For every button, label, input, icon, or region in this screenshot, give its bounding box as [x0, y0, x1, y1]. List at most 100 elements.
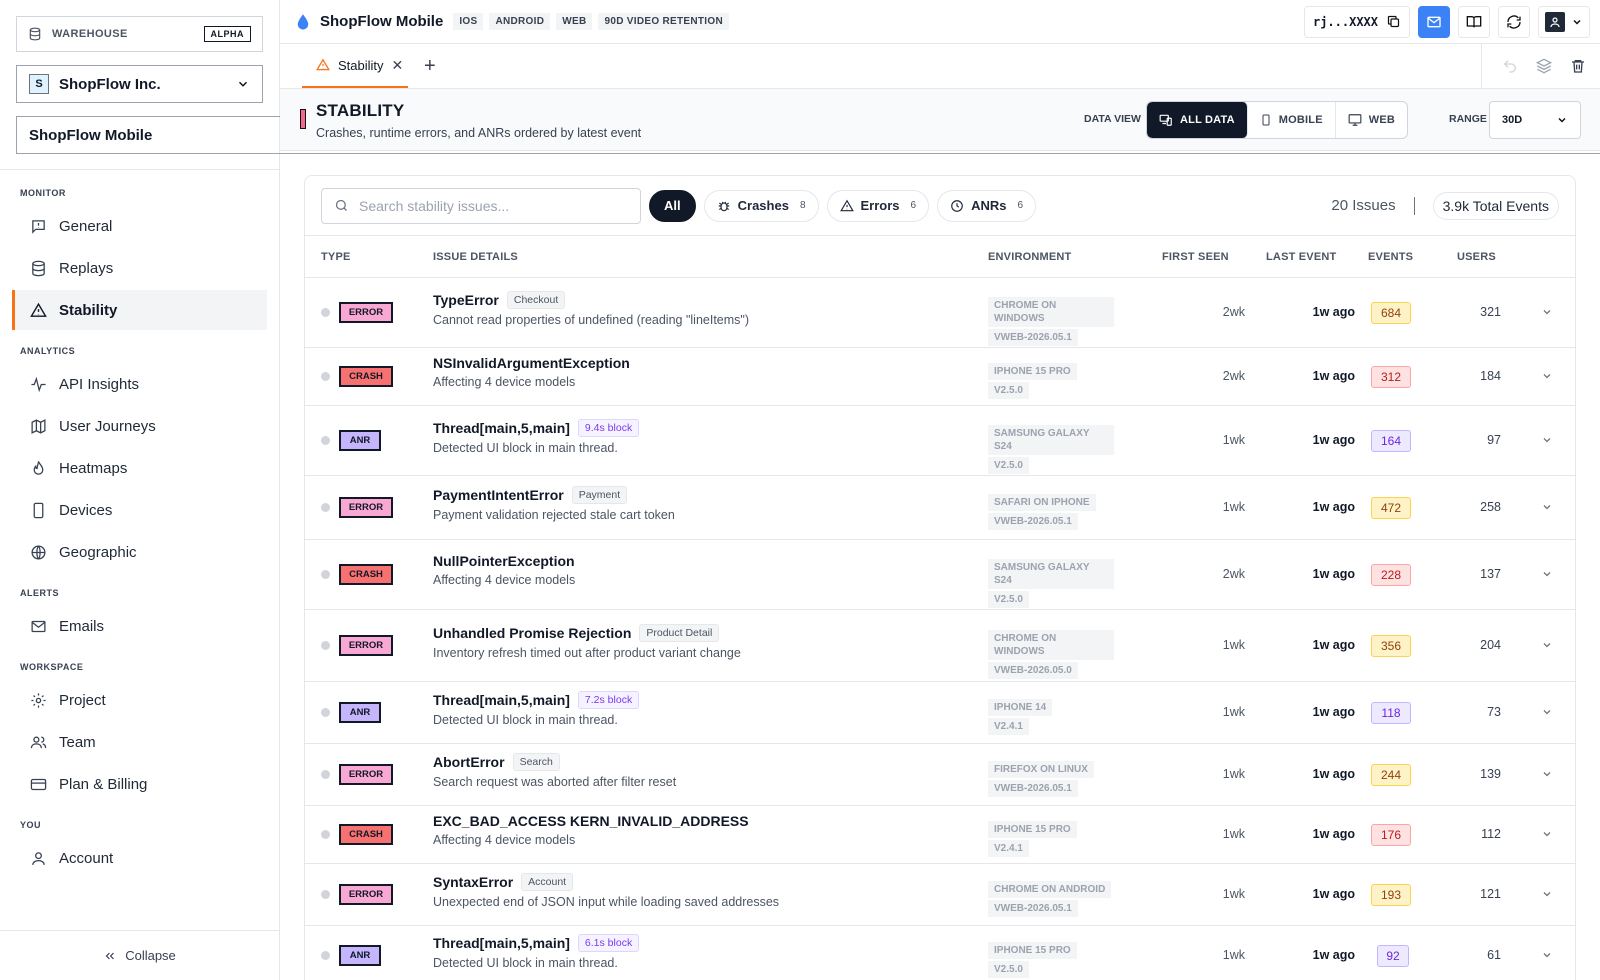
- chevron-down-icon[interactable]: [1541, 949, 1553, 961]
- chevron-down-icon[interactable]: [1541, 568, 1553, 580]
- warning-icon: [839, 199, 854, 213]
- environment-cell: CHROME ON WINDOWS VWEB-2026.05.0: [988, 630, 1114, 679]
- environment-chip: FIREFOX ON LINUX: [988, 761, 1094, 778]
- filter-errors-chip[interactable]: Errors 6: [826, 189, 930, 222]
- add-tab-button[interactable]: +: [424, 44, 436, 88]
- sidebar-item-project[interactable]: Project: [12, 680, 267, 720]
- chevron-down-icon: [236, 77, 250, 91]
- chevron-down-icon[interactable]: [1541, 706, 1553, 718]
- sidebar-item-team[interactable]: Team: [12, 722, 267, 762]
- trash-icon[interactable]: [1570, 58, 1586, 74]
- environment-chip: CHROME ON WINDOWS: [988, 630, 1114, 660]
- events-badge: 92: [1377, 945, 1409, 967]
- sidebar-item-heatmaps[interactable]: Heatmaps: [12, 448, 267, 488]
- chevron-down-icon[interactable]: [1541, 306, 1553, 318]
- chevron-down-icon[interactable]: [1541, 888, 1553, 900]
- issue-title: PaymentIntentError: [433, 487, 564, 503]
- chevron-down-icon[interactable]: [1541, 768, 1553, 780]
- table-row[interactable]: CRASH NullPointerException Affecting 4 d…: [305, 540, 1575, 610]
- page-header: STABILITY Crashes, runtime errors, and A…: [280, 89, 1600, 151]
- chevron-down-icon[interactable]: [1541, 639, 1553, 651]
- warehouse-button[interactable]: WAREHOUSE ALPHA: [16, 16, 263, 52]
- filter-all-chip[interactable]: All: [649, 189, 696, 222]
- issue-title: EXC_BAD_ACCESS KERN_INVALID_ADDRESS: [433, 813, 749, 829]
- sidebar-item-account[interactable]: Account: [12, 838, 267, 878]
- table-row[interactable]: CRASH EXC_BAD_ACCESS KERN_INVALID_ADDRES…: [305, 806, 1575, 864]
- search-input[interactable]: Search stability issues...: [321, 187, 641, 224]
- warning-icon: [30, 302, 47, 319]
- org-select[interactable]: S ShopFlow Inc.: [16, 65, 263, 103]
- issue-details: AbortError Search Search request was abo…: [433, 753, 676, 789]
- close-tab-icon[interactable]: ✕: [392, 57, 404, 74]
- issue-description: Inventory refresh timed out after produc…: [433, 646, 741, 660]
- data-view-mobile-button[interactable]: MOBILE: [1248, 102, 1336, 138]
- sidebar-item-devices[interactable]: Devices: [12, 490, 267, 530]
- sidebar-item-stability[interactable]: Stability: [12, 290, 267, 330]
- database-icon: [28, 27, 42, 41]
- type-badge: CRASH: [339, 824, 393, 845]
- range-select[interactable]: 30D: [1489, 101, 1581, 139]
- undo-icon[interactable]: [1502, 58, 1518, 74]
- data-view-web-button[interactable]: WEB: [1336, 102, 1407, 138]
- table-row[interactable]: ERROR AbortError Search Search request w…: [305, 744, 1575, 806]
- sidebar-item-emails[interactable]: Emails: [12, 606, 267, 646]
- chevron-down-icon[interactable]: [1541, 370, 1553, 382]
- issues-count: 20 Issues: [1331, 197, 1396, 214]
- last-event: 1w ago: [1312, 433, 1355, 447]
- data-view-all-button[interactable]: ALL DATA: [1147, 102, 1248, 138]
- table-row[interactable]: ANR Thread[main,5,main] 6.1s block Detec…: [305, 926, 1575, 980]
- sidebar-item-label: Plan & Billing: [59, 775, 148, 793]
- sidebar-item-general[interactable]: General: [12, 206, 267, 246]
- layers-icon[interactable]: [1536, 58, 1552, 74]
- sidebar-item-geographic[interactable]: Geographic: [12, 532, 267, 572]
- filter-crashes-chip[interactable]: Crashes 8: [703, 189, 819, 222]
- table-row[interactable]: CRASH NSInvalidArgumentException Affecti…: [305, 348, 1575, 406]
- chevron-down-icon[interactable]: [1541, 501, 1553, 513]
- events-badge: 472: [1371, 497, 1411, 519]
- table-row[interactable]: ERROR PaymentIntentError Payment Payment…: [305, 476, 1575, 540]
- type-badge: ERROR: [339, 497, 393, 518]
- platform-tag: WEB: [556, 13, 593, 30]
- issue-description: Detected UI block in main thread.: [433, 956, 618, 970]
- chevron-down-icon[interactable]: [1541, 828, 1553, 840]
- table-row[interactable]: ANR Thread[main,5,main] 9.4s block Detec…: [305, 406, 1575, 476]
- user-menu-button[interactable]: [1538, 5, 1590, 38]
- issue-title-row: EXC_BAD_ACCESS KERN_INVALID_ADDRESS: [433, 813, 749, 829]
- sidebar-item-plan-billing[interactable]: Plan & Billing: [12, 764, 267, 804]
- users-count: 61: [1487, 948, 1501, 962]
- issue-description: Cannot read properties of undefined (rea…: [433, 313, 750, 327]
- table-row[interactable]: ERROR SyntaxError Account Unexpected end…: [305, 864, 1575, 926]
- sidebar-item-user-journeys[interactable]: User Journeys: [12, 406, 267, 446]
- table-row[interactable]: ERROR TypeError Checkout Cannot read pro…: [305, 278, 1575, 348]
- issue-details: Unhandled Promise Rejection Product Deta…: [433, 624, 741, 660]
- version-chip: VWEB-2026.05.1: [988, 780, 1078, 797]
- events-badge: 312: [1371, 366, 1411, 388]
- users-icon: [30, 734, 47, 751]
- issue-details: EXC_BAD_ACCESS KERN_INVALID_ADDRESS Affe…: [433, 813, 749, 847]
- page-accent-bar: [300, 109, 306, 129]
- inbox-button[interactable]: [1418, 5, 1450, 38]
- api-key-copy[interactable]: rj...XXXX: [1303, 5, 1410, 38]
- range-value: 30D: [1502, 114, 1523, 126]
- sidebar-item-label: Project: [59, 691, 106, 709]
- chevron-down-icon[interactable]: [1541, 434, 1553, 446]
- sidebar-item-label: Stability: [59, 301, 118, 319]
- users-count: 139: [1480, 767, 1501, 781]
- refresh-button[interactable]: [1498, 5, 1530, 38]
- issue-title-row: PaymentIntentError Payment: [433, 486, 675, 504]
- environment-cell: IPHONE 15 PRO V2.5.0: [988, 940, 1114, 978]
- filter-anrs-chip[interactable]: ANRs 6: [937, 189, 1037, 222]
- table-row[interactable]: ANR Thread[main,5,main] 7.2s block Detec…: [305, 682, 1575, 744]
- sidebar-item-api-insights[interactable]: API Insights: [12, 364, 267, 404]
- tab-stability[interactable]: Stability ✕: [302, 44, 408, 88]
- sidebar-item-replays[interactable]: Replays: [12, 248, 267, 288]
- last-event: 1w ago: [1312, 948, 1355, 962]
- docs-button[interactable]: [1458, 5, 1490, 38]
- version-chip: VWEB-2026.05.1: [988, 900, 1078, 917]
- warehouse-label: WAREHOUSE: [52, 28, 128, 40]
- version-chip: VWEB-2026.05.1: [988, 513, 1078, 530]
- collapse-button[interactable]: Collapse: [0, 930, 279, 980]
- status-dot: [321, 436, 330, 445]
- phone-icon: [30, 502, 47, 519]
- table-row[interactable]: ERROR Unhandled Promise Rejection Produc…: [305, 610, 1575, 682]
